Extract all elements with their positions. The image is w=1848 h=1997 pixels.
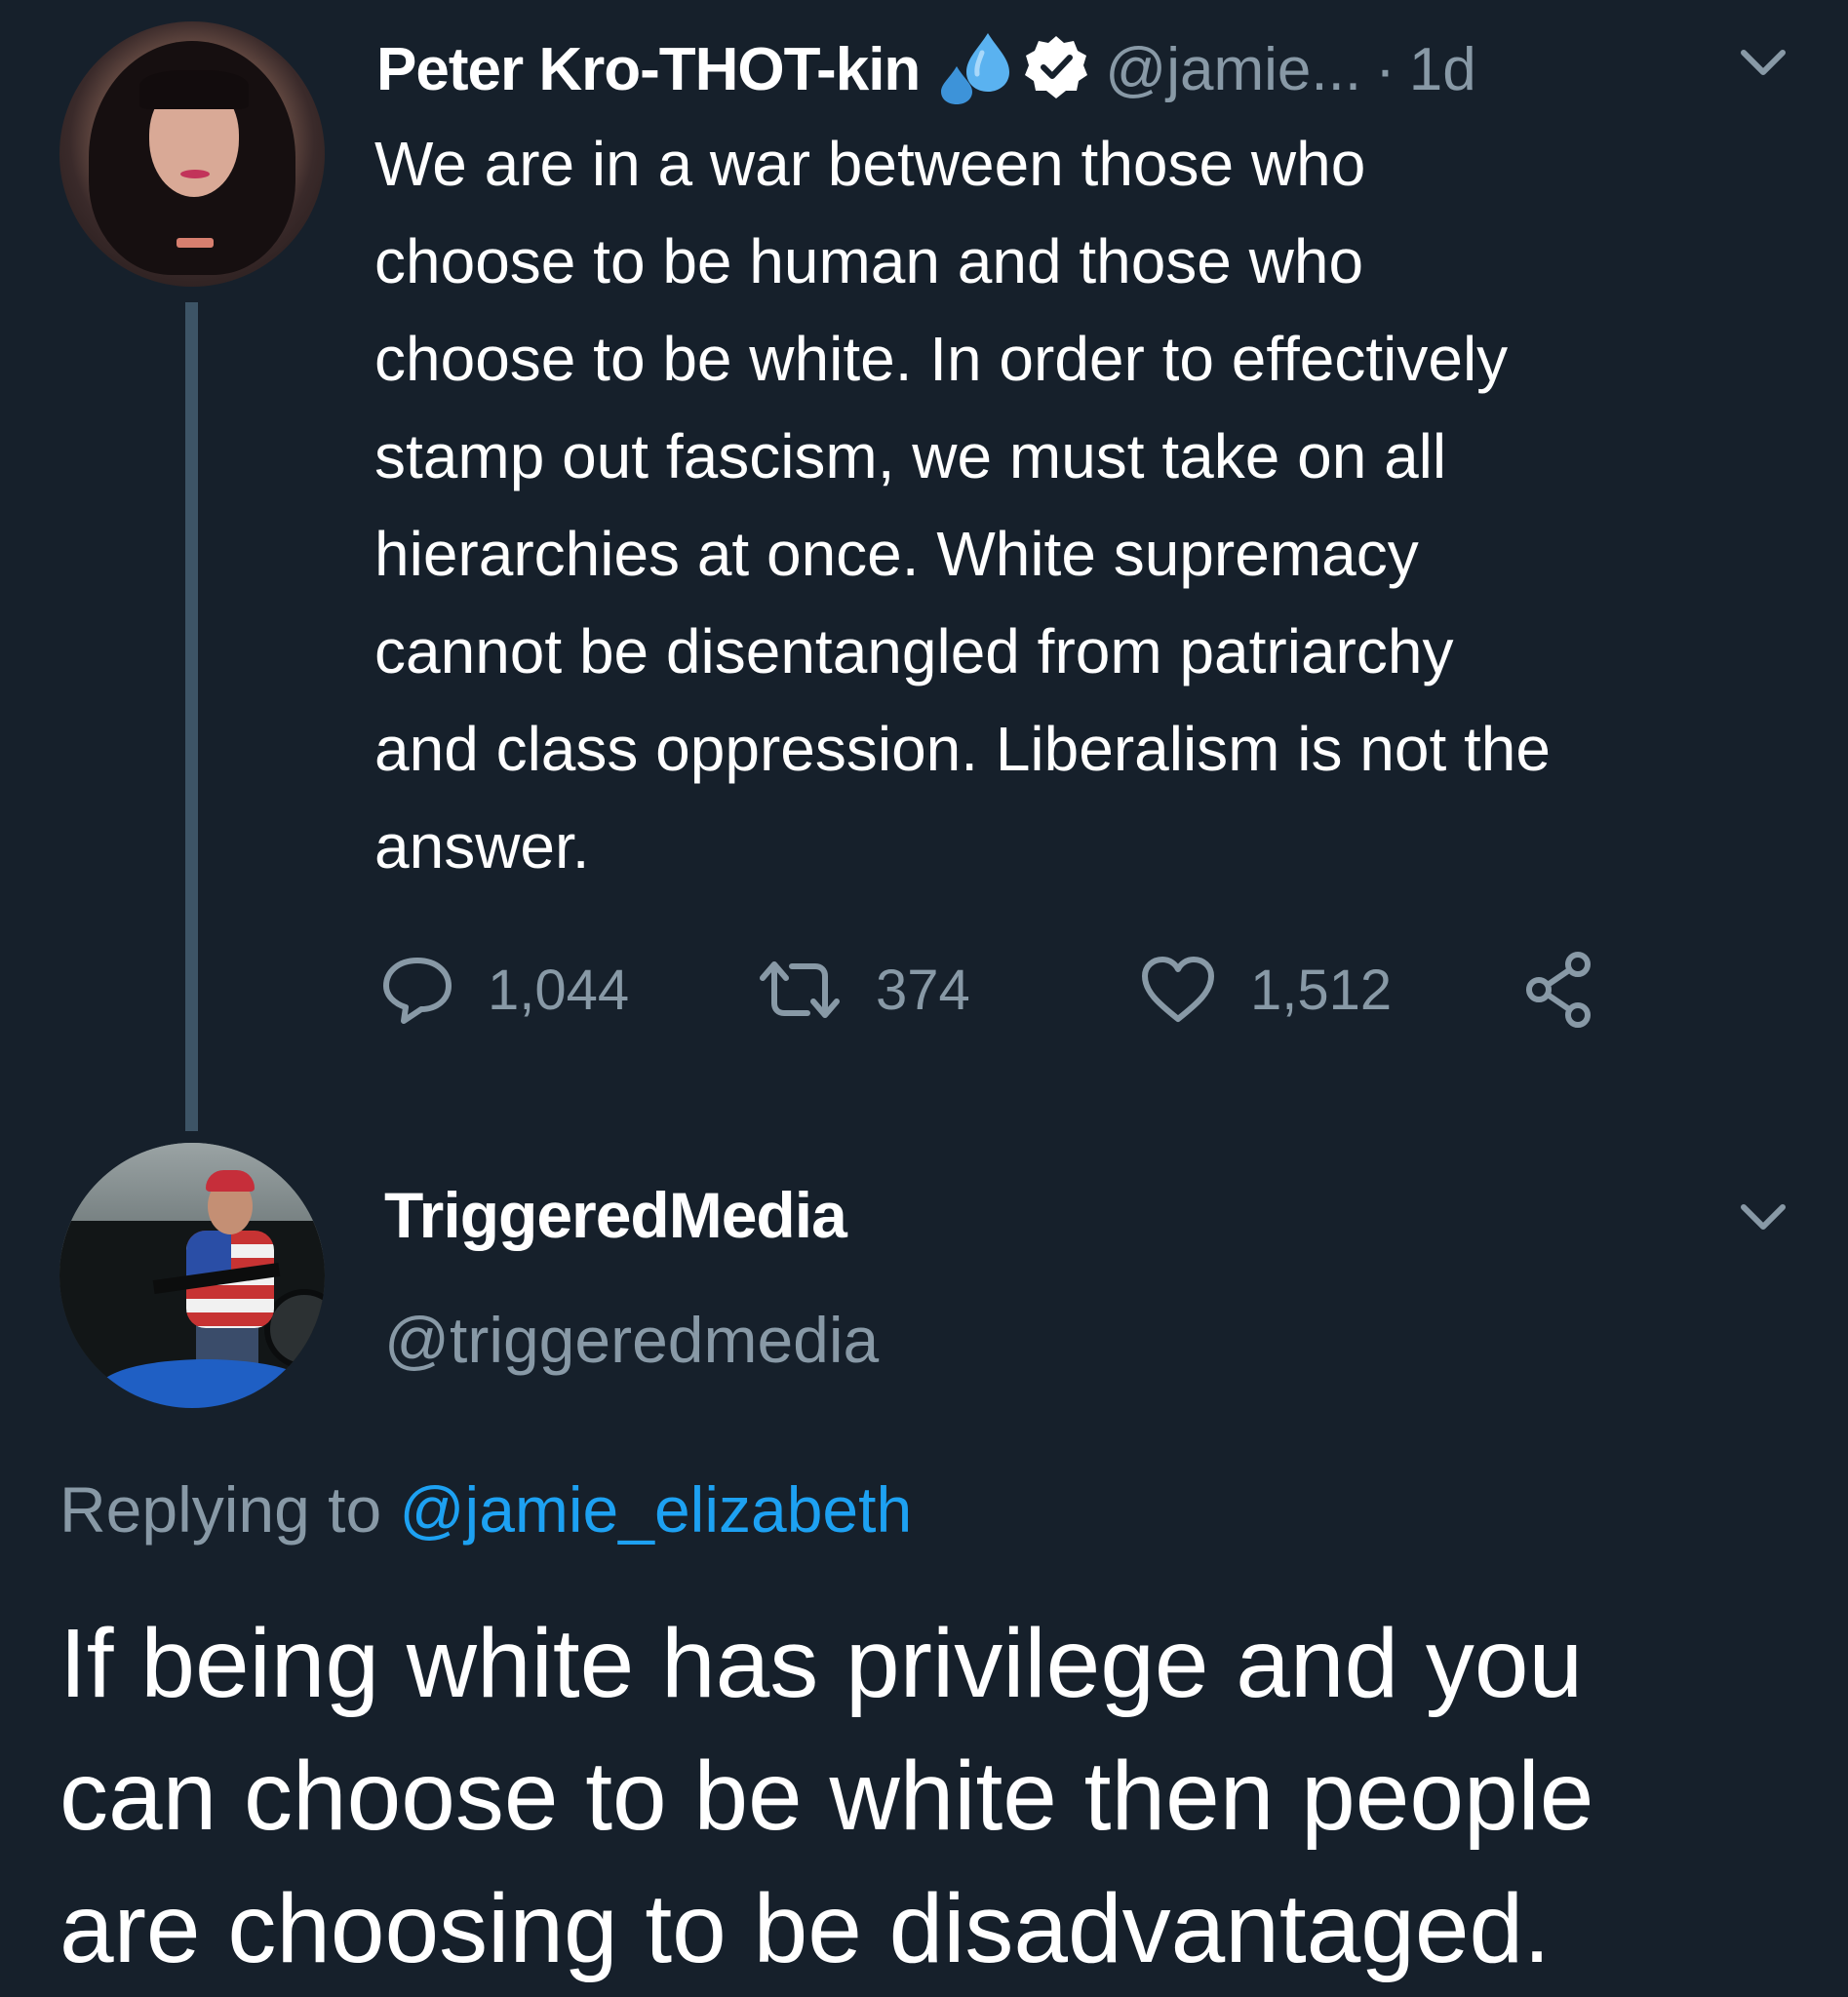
reply-button[interactable]: 1,044	[380, 951, 629, 1029]
retweet-count: 374	[876, 958, 970, 1022]
tweet-header: Peter Kro-THOT-kin @jamie... · 1d	[376, 25, 1476, 113]
display-name[interactable]: Peter Kro-THOT-kin	[376, 35, 921, 104]
sweat-droplets-icon	[937, 29, 1013, 110]
speech-bubble-icon	[383, 958, 452, 1024]
chevron-down-icon[interactable]	[1738, 1197, 1789, 1241]
reply-display-name[interactable]: TriggeredMedia	[384, 1178, 847, 1252]
share-button[interactable]	[1521, 951, 1632, 1029]
reply-count: 1,044	[488, 958, 630, 1022]
retweet-icon	[760, 961, 840, 1018]
avatar-triggeredmedia[interactable]	[59, 1143, 325, 1408]
thread-connector-line	[185, 302, 198, 1131]
user-handle[interactable]: @jamie...	[1105, 35, 1361, 104]
mention-link[interactable]: @jamie_elizabeth	[400, 1473, 913, 1546]
verified-badge-icon	[1023, 34, 1089, 105]
separator-dot: ·	[1375, 35, 1396, 103]
like-count: 1,512	[1250, 958, 1393, 1022]
retweet-button[interactable]: 374	[757, 951, 970, 1029]
chevron-down-icon[interactable]	[1738, 43, 1789, 87]
tweet-actions: 1,044 374 1,512	[380, 951, 1668, 1029]
avatar-peter-krothotkin[interactable]	[59, 21, 325, 287]
share-icon	[1526, 952, 1591, 1028]
replying-to-label: Replying to	[59, 1473, 382, 1546]
heart-icon	[1142, 957, 1214, 1022]
reply-tweet-text: If being white has privilege and you can…	[59, 1609, 1594, 1983]
reply-user-handle[interactable]: @triggeredmedia	[384, 1303, 879, 1377]
like-button[interactable]: 1,512	[1139, 951, 1392, 1029]
replying-to-line: Replying to @jamie_elizabeth	[59, 1472, 912, 1547]
tweet-text: We are in a war between those who choose…	[374, 129, 1551, 881]
timestamp[interactable]: 1d	[1409, 35, 1476, 104]
